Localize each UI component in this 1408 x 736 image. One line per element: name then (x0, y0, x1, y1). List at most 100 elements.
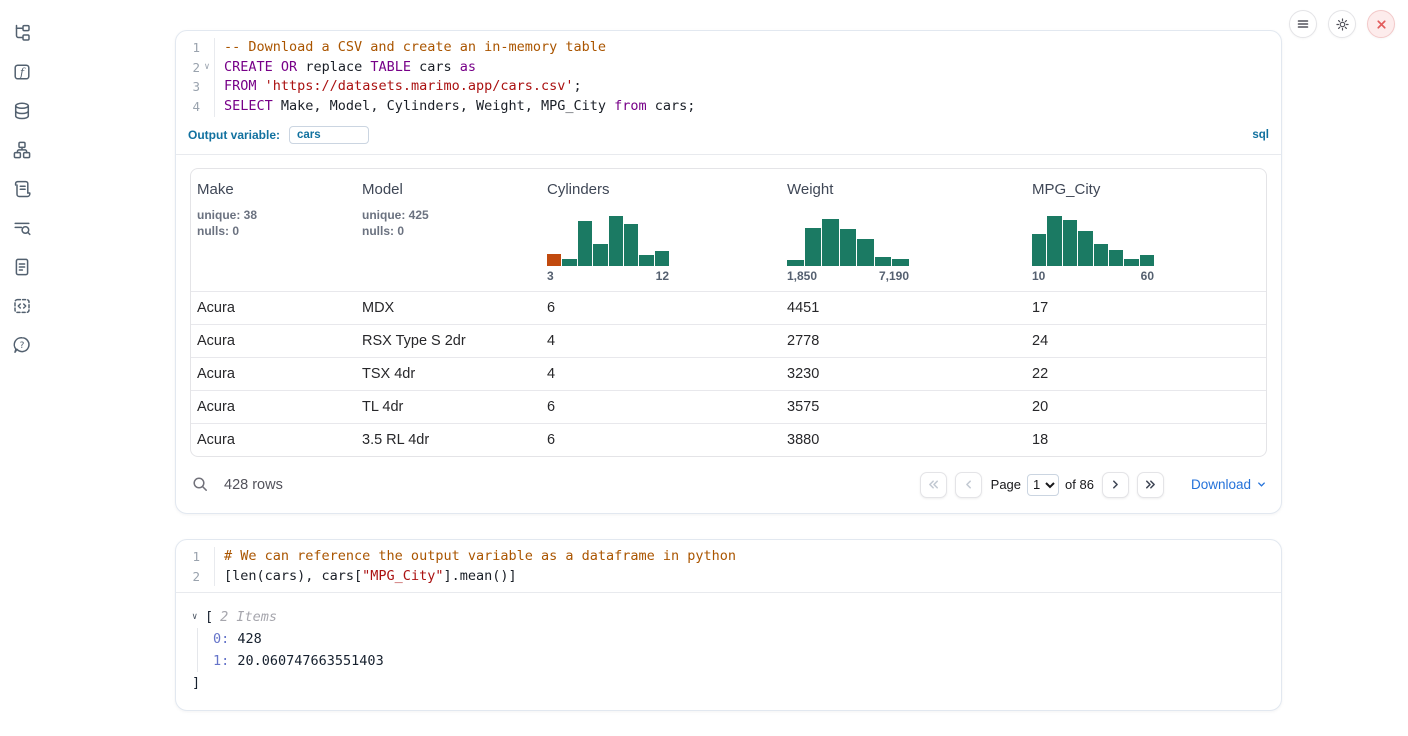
histogram-bar (624, 224, 638, 266)
table-cell: 4451 (781, 291, 1026, 324)
table-cell: 17 (1026, 291, 1266, 324)
histogram-bar (805, 228, 822, 266)
menu-button[interactable] (1289, 10, 1317, 38)
table-cell: 3.5 RL 4dr (356, 423, 541, 456)
list-output-tree: ∨[2 Items0: 4281: 20.060747663551403] (176, 593, 1281, 710)
histogram-bar (639, 255, 653, 266)
tree-items-count: 2 Items (220, 606, 277, 628)
fold-indicator (200, 97, 215, 117)
tree-entries: 0: 4281: 20.060747663551403 (197, 628, 1265, 672)
datasources-panel-button[interactable] (11, 100, 33, 122)
code-text: -- Download a CSV and create an in-memor… (215, 38, 606, 58)
table-cell: TSX 4dr (356, 357, 541, 390)
scroll-icon (12, 179, 32, 199)
histogram-bar (822, 219, 839, 266)
python-code-editor[interactable]: 1# We can reference the output variable … (176, 540, 1281, 592)
line-number: 2 (176, 567, 200, 587)
table-cell: Acura (191, 291, 356, 324)
files-panel-button[interactable] (11, 22, 33, 44)
fold-indicator (200, 547, 215, 567)
histogram-bar (593, 244, 607, 266)
code-text: # We can reference the output variable a… (215, 547, 736, 567)
table-cell: Acura (191, 423, 356, 456)
tree-root: ∨[2 Items (192, 606, 1265, 628)
hist-min-label: 1,850 (787, 269, 817, 283)
language-badge[interactable]: sql (1252, 129, 1269, 141)
help-panel-button[interactable]: ? (11, 334, 33, 356)
table-cell: 2778 (781, 324, 1026, 357)
weight-histogram: 1,850 7,190 (787, 214, 1020, 283)
table-search-button[interactable] (190, 474, 211, 495)
logs-panel-button[interactable] (11, 178, 33, 200)
table-cell: 6 (541, 390, 781, 423)
variables-panel-button[interactable]: f (11, 61, 33, 83)
histogram-bar (578, 221, 592, 266)
column-header-weight[interactable]: Weight 1,850 7,190 (781, 169, 1026, 292)
column-header-mpg-city[interactable]: MPG_City 10 60 (1026, 169, 1266, 292)
table-cell: 24 (1026, 324, 1266, 357)
outline-search-panel-button[interactable] (11, 217, 33, 239)
table-row: AcuraTL 4dr6357520 (191, 390, 1266, 423)
column-title: Make (197, 181, 350, 198)
column-title: Model (362, 181, 535, 198)
dependencies-panel-button[interactable] (11, 139, 33, 161)
table-cell: 22 (1026, 357, 1266, 390)
notebook: 1 -- Download a CSV and create an in-memo… (175, 30, 1282, 736)
download-button[interactable]: Download (1191, 477, 1267, 492)
hist-max-label: 7,190 (879, 269, 909, 283)
histogram-bar (875, 257, 892, 266)
snippets-panel-button[interactable] (11, 295, 33, 317)
column-header-make[interactable]: Make unique: 38nulls: 0 (191, 169, 356, 292)
table-header-row: Make unique: 38nulls: 0 Model unique: 42… (191, 169, 1266, 292)
histogram-bar (1124, 259, 1138, 266)
table-row: Acura3.5 RL 4dr6388018 (191, 423, 1266, 456)
table-cell: MDX (356, 291, 541, 324)
output-variable-input[interactable] (289, 126, 369, 144)
sql-cell: 1 -- Download a CSV and create an in-memo… (175, 30, 1282, 514)
code-line: 2∨CREATE OR replace TABLE cars as (176, 58, 1281, 78)
hist-min-label: 3 (547, 269, 554, 283)
list-search-icon (12, 218, 32, 238)
file-tree-icon (12, 23, 32, 43)
histogram-bar (609, 216, 623, 266)
histogram-bar (1063, 220, 1077, 266)
tree-entry-value: 428 (229, 631, 262, 647)
python-cell: 1# We can reference the output variable … (175, 539, 1282, 711)
tree-collapse-chevron[interactable]: ∨ (192, 606, 205, 628)
page-select[interactable]: 1 (1027, 474, 1059, 496)
code-box-icon (12, 296, 32, 316)
table-row: AcuraMDX6445117 (191, 291, 1266, 324)
previous-page-button[interactable] (955, 472, 982, 498)
table-cell: 6 (541, 423, 781, 456)
chevron-right-icon (1109, 478, 1122, 491)
column-header-model[interactable]: Model unique: 425nulls: 0 (356, 169, 541, 292)
fold-indicator[interactable]: ∨ (200, 58, 215, 78)
histogram-bar (1140, 255, 1154, 265)
shutdown-button[interactable] (1367, 10, 1395, 38)
table-row: AcuraRSX Type S 2dr4277824 (191, 324, 1266, 357)
table-cell: 20 (1026, 390, 1266, 423)
column-title: Weight (787, 181, 1020, 198)
column-title: MPG_City (1032, 181, 1260, 198)
first-page-button[interactable] (920, 472, 947, 498)
settings-button[interactable] (1328, 10, 1356, 38)
hist-min-label: 10 (1032, 269, 1045, 283)
line-number: 3 (176, 77, 200, 97)
table-cell: 4 (541, 324, 781, 357)
table-cell: 3230 (781, 357, 1026, 390)
page-label: Page (991, 477, 1021, 492)
tree-entry: 0: 428 (213, 628, 1265, 650)
row-count: 428 rows (224, 477, 283, 493)
dataframe-table: Make unique: 38nulls: 0 Model unique: 42… (190, 168, 1267, 457)
documentation-panel-button[interactable] (11, 256, 33, 278)
code-line: 3FROM 'https://datasets.marimo.app/cars.… (176, 77, 1281, 97)
column-header-cylinders[interactable]: Cylinders 3 12 (541, 169, 781, 292)
next-page-button[interactable] (1102, 472, 1129, 498)
page-selector-group: Page 1 of 86 (991, 474, 1094, 496)
last-page-button[interactable] (1137, 472, 1164, 498)
tree-entry: 1: 20.060747663551403 (213, 650, 1265, 672)
tree-entry-value: 20.060747663551403 (229, 653, 383, 669)
histogram-bar (892, 259, 909, 266)
sql-code-editor[interactable]: 1-- Download a CSV and create an in-memo… (176, 31, 1281, 123)
svg-text:?: ? (20, 341, 25, 351)
